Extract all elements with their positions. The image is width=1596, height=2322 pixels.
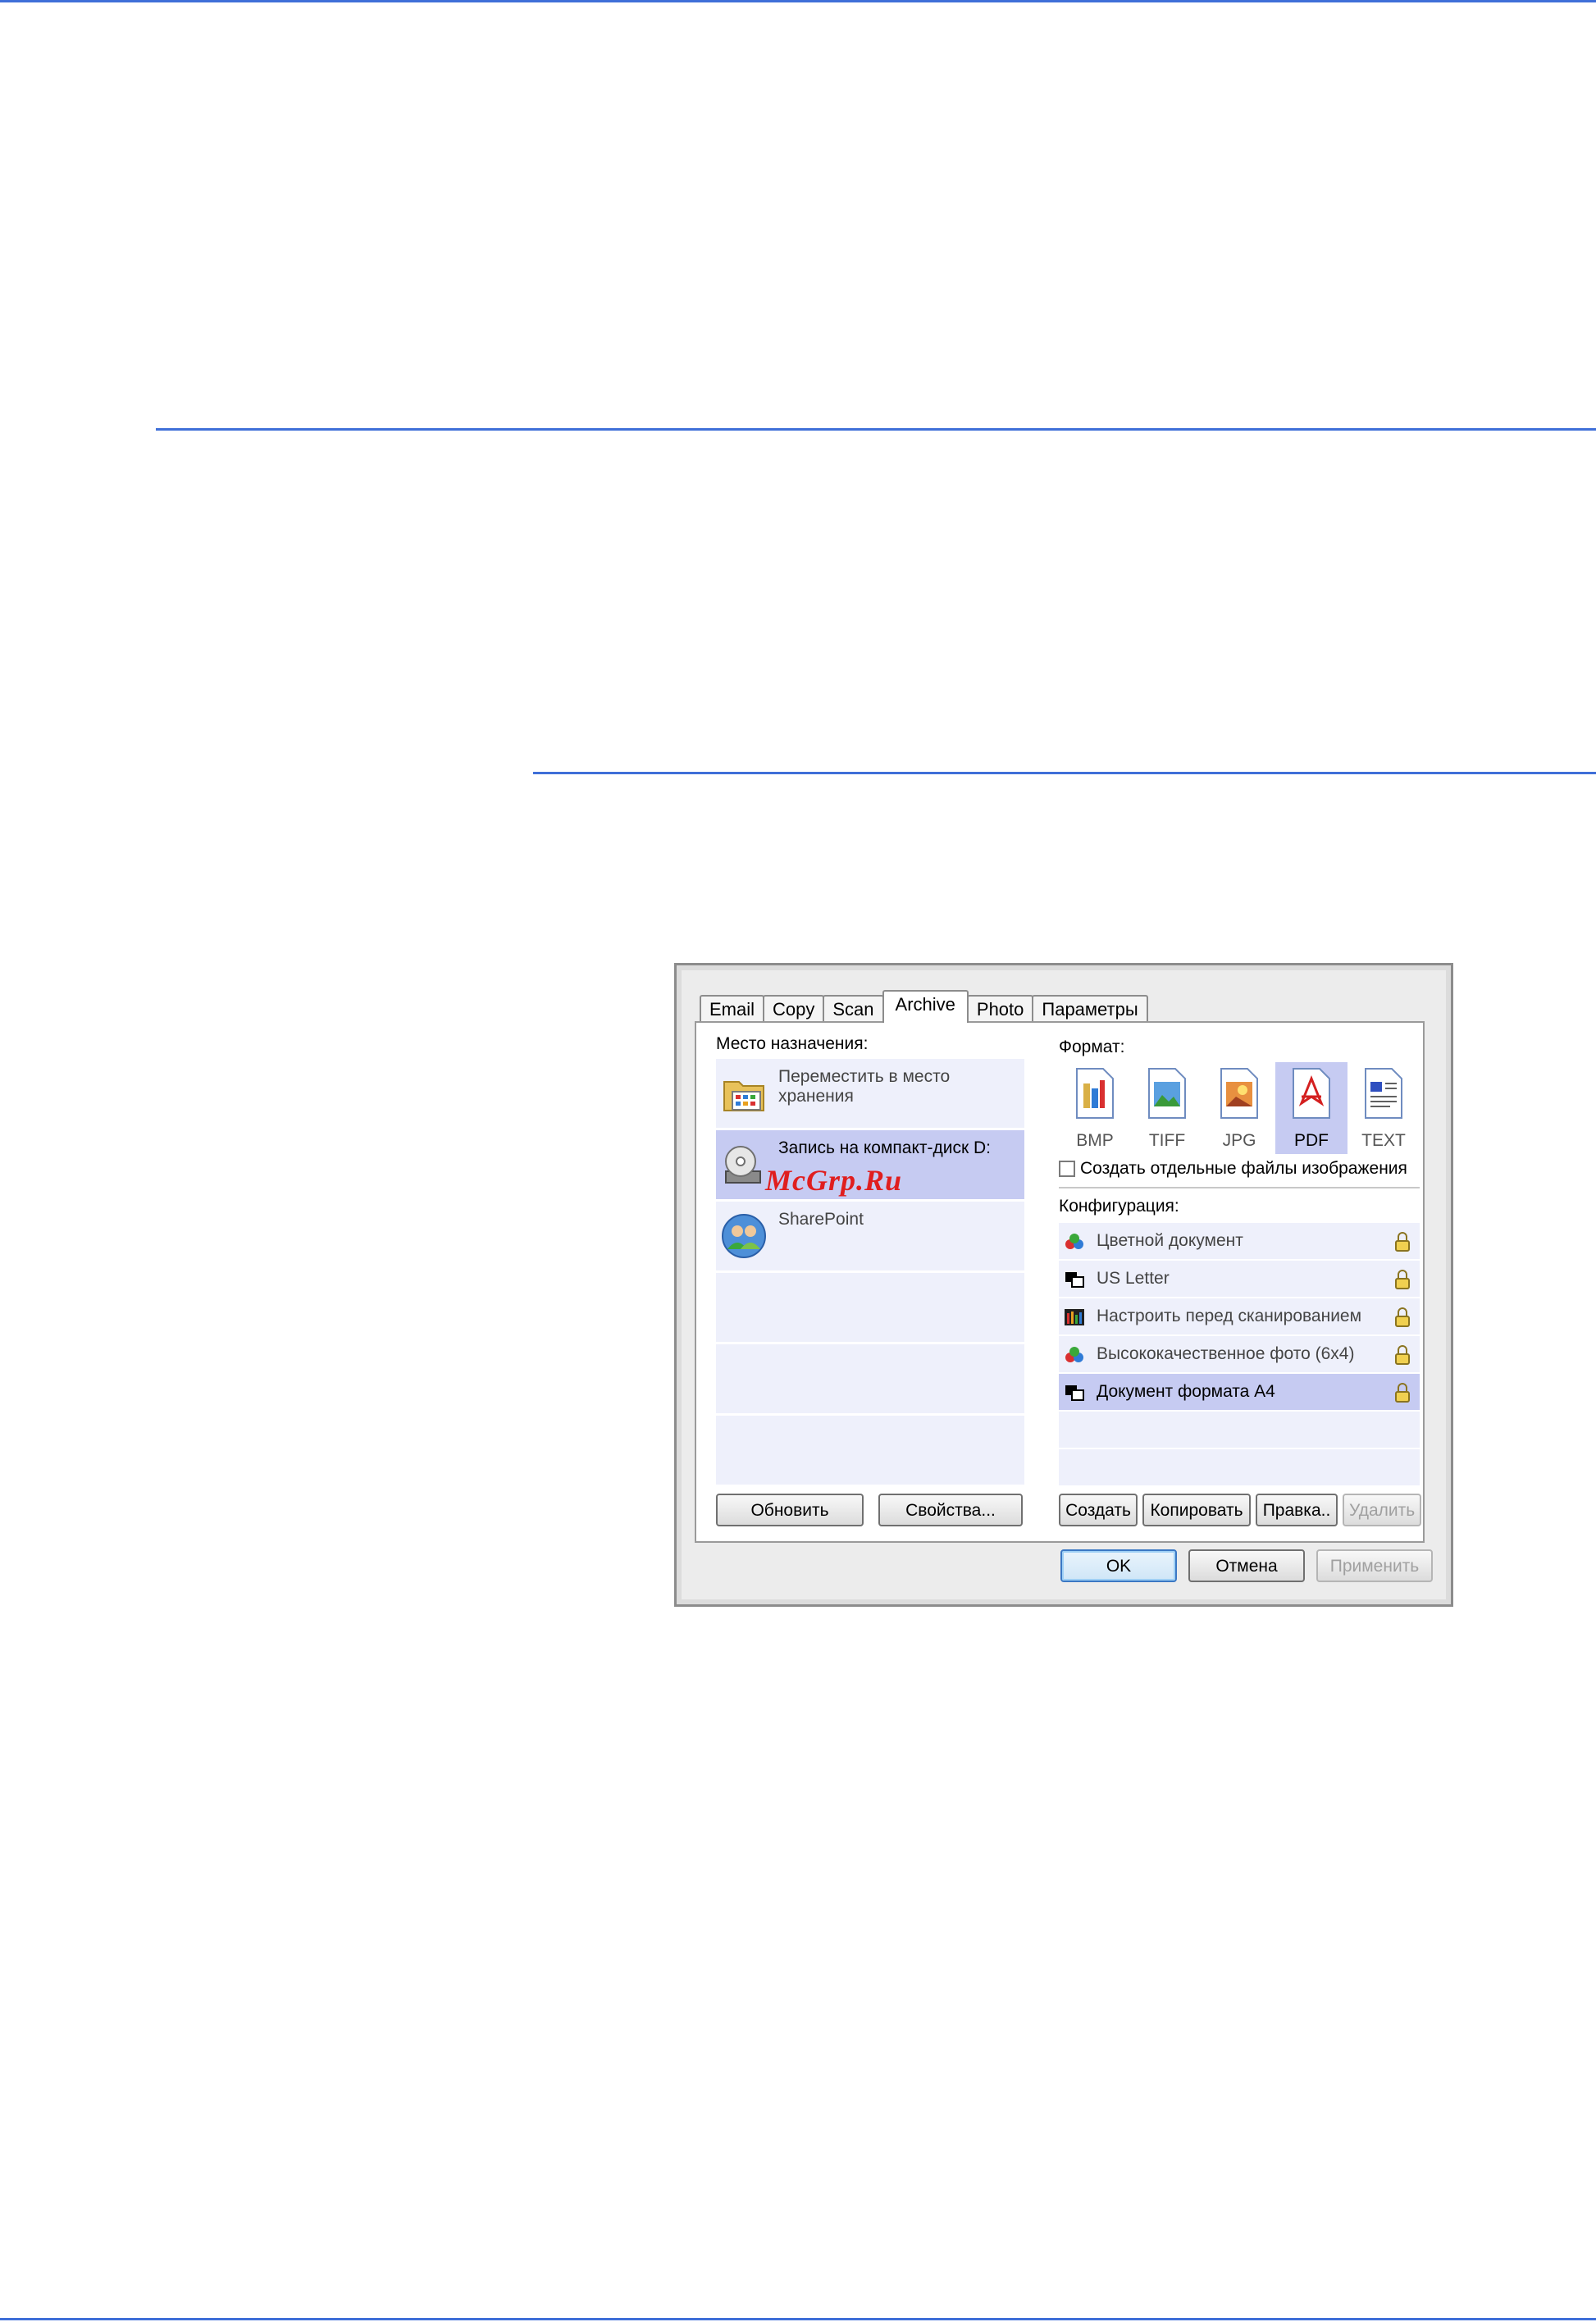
lock-icon bbox=[1395, 1232, 1410, 1252]
destination-item-sharepoint[interactable]: SharePoint bbox=[716, 1202, 1024, 1270]
tab-panel: Место назначения: Переместить в место хр… bbox=[695, 1021, 1425, 1543]
apply-button[interactable]: Применить bbox=[1316, 1549, 1433, 1582]
configuration-heading: Конфигурация: bbox=[1059, 1197, 1179, 1216]
format-label: TEXT bbox=[1361, 1131, 1406, 1150]
config-item-a4-document[interactable]: Документ формата A4 bbox=[1059, 1374, 1420, 1410]
edit-button[interactable]: Правка.. bbox=[1256, 1494, 1338, 1526]
bw-document-icon bbox=[1065, 1385, 1084, 1401]
watermark-text: McGrp.Ru bbox=[765, 1164, 903, 1197]
lock-icon bbox=[1395, 1307, 1410, 1327]
tab-photo[interactable]: Photo bbox=[966, 995, 1034, 1023]
jpg-file-icon bbox=[1220, 1068, 1258, 1119]
destination-label: SharePoint bbox=[778, 1210, 864, 1229]
format-label: JPG bbox=[1222, 1131, 1256, 1150]
bmp-file-icon bbox=[1076, 1068, 1114, 1119]
config-label: Документ формата A4 bbox=[1097, 1382, 1275, 1401]
tab-copy[interactable]: Copy bbox=[763, 995, 825, 1023]
cancel-button[interactable]: Отмена bbox=[1188, 1549, 1305, 1582]
lock-icon bbox=[1395, 1383, 1410, 1403]
separate-files-option[interactable]: Создать отдельные файлы изображения bbox=[1059, 1159, 1407, 1179]
bottom-rule bbox=[0, 2318, 1596, 2320]
lock-icon bbox=[1395, 1270, 1410, 1289]
format-tiff[interactable]: TIFF bbox=[1131, 1062, 1203, 1154]
format-text[interactable]: TEXT bbox=[1347, 1062, 1420, 1154]
cd-burner-icon bbox=[725, 1146, 761, 1184]
destination-label: Запись на компакт-диск D: bbox=[778, 1138, 991, 1157]
destination-list: Переместить в место хранения Запись на к… bbox=[716, 1059, 1024, 1487]
format-pdf[interactable]: PDF bbox=[1275, 1062, 1347, 1154]
tab-strip: Email Copy Scan Archive Photo Параметры bbox=[700, 990, 1148, 1023]
tab-scan[interactable]: Scan bbox=[823, 995, 884, 1023]
config-item-us-letter[interactable]: US Letter bbox=[1059, 1261, 1420, 1297]
destination-item-storage[interactable]: Переместить в место хранения bbox=[716, 1059, 1024, 1128]
config-label: Высококачественное фото (6x4) bbox=[1097, 1344, 1355, 1363]
destination-label: Переместить в место хранения bbox=[778, 1067, 951, 1106]
destination-item-empty bbox=[716, 1273, 1024, 1342]
refresh-button[interactable]: Обновить bbox=[716, 1494, 864, 1526]
config-item-high-quality-photo[interactable]: Высококачественное фото (6x4) bbox=[1059, 1336, 1420, 1372]
sharepoint-users-icon bbox=[722, 1214, 766, 1258]
config-item-empty bbox=[1059, 1449, 1420, 1485]
color-document-icon bbox=[1065, 1234, 1083, 1249]
subsection-rule bbox=[533, 772, 1596, 774]
destination-item-empty bbox=[716, 1344, 1024, 1413]
pdf-file-icon bbox=[1293, 1068, 1330, 1119]
create-button[interactable]: Создать bbox=[1059, 1494, 1138, 1526]
tab-parameters[interactable]: Параметры bbox=[1032, 995, 1148, 1023]
configuration-list: Цветной документ US Letter Настроить пер… bbox=[1059, 1223, 1420, 1487]
separate-files-label: Создать отдельные файлы изображения bbox=[1080, 1159, 1407, 1178]
tiff-file-icon bbox=[1148, 1068, 1186, 1119]
format-label: BMP bbox=[1076, 1131, 1114, 1150]
format-label: PDF bbox=[1294, 1131, 1329, 1150]
lock-icon bbox=[1395, 1345, 1410, 1365]
format-jpg[interactable]: JPG bbox=[1203, 1062, 1275, 1154]
separate-files-checkbox[interactable] bbox=[1059, 1161, 1075, 1177]
config-item-configure-before-scan[interactable]: Настроить перед сканированием bbox=[1059, 1298, 1420, 1334]
archive-properties-dialog: Email Copy Scan Archive Photo Параметры … bbox=[674, 963, 1453, 1607]
config-item-empty bbox=[1059, 1412, 1420, 1448]
format-label: TIFF bbox=[1148, 1131, 1186, 1150]
format-heading: Формат: bbox=[1059, 1038, 1125, 1056]
section-rule bbox=[156, 428, 1596, 431]
format-bmp[interactable]: BMP bbox=[1059, 1062, 1131, 1154]
top-rule bbox=[0, 0, 1596, 2]
destination-item-cd-burner[interactable]: Запись на компакт-диск D: McGrp.Ru bbox=[716, 1130, 1024, 1199]
tab-email[interactable]: Email bbox=[700, 995, 765, 1023]
color-photo-icon bbox=[1065, 1347, 1083, 1362]
storage-folder-icon bbox=[723, 1081, 764, 1111]
properties-button[interactable]: Свойства... bbox=[878, 1494, 1023, 1526]
config-label: Настроить перед сканированием bbox=[1097, 1307, 1362, 1325]
format-divider bbox=[1059, 1187, 1420, 1188]
destination-heading: Место назначения: bbox=[716, 1034, 869, 1053]
destination-item-empty bbox=[716, 1416, 1024, 1485]
config-label: US Letter bbox=[1097, 1269, 1170, 1288]
config-item-color-document[interactable]: Цветной документ bbox=[1059, 1223, 1420, 1259]
config-label: Цветной документ bbox=[1097, 1231, 1243, 1250]
text-file-icon bbox=[1365, 1068, 1402, 1119]
delete-button[interactable]: Удалить bbox=[1343, 1494, 1421, 1526]
tab-archive[interactable]: Archive bbox=[882, 990, 969, 1023]
copy-button[interactable]: Копировать bbox=[1142, 1494, 1251, 1526]
ok-button[interactable]: OK bbox=[1060, 1549, 1177, 1582]
bw-document-icon bbox=[1065, 1272, 1084, 1288]
format-selector: BMP TIFF JPG PDF TEXT bbox=[1059, 1062, 1420, 1154]
configure-scan-icon bbox=[1065, 1309, 1084, 1325]
